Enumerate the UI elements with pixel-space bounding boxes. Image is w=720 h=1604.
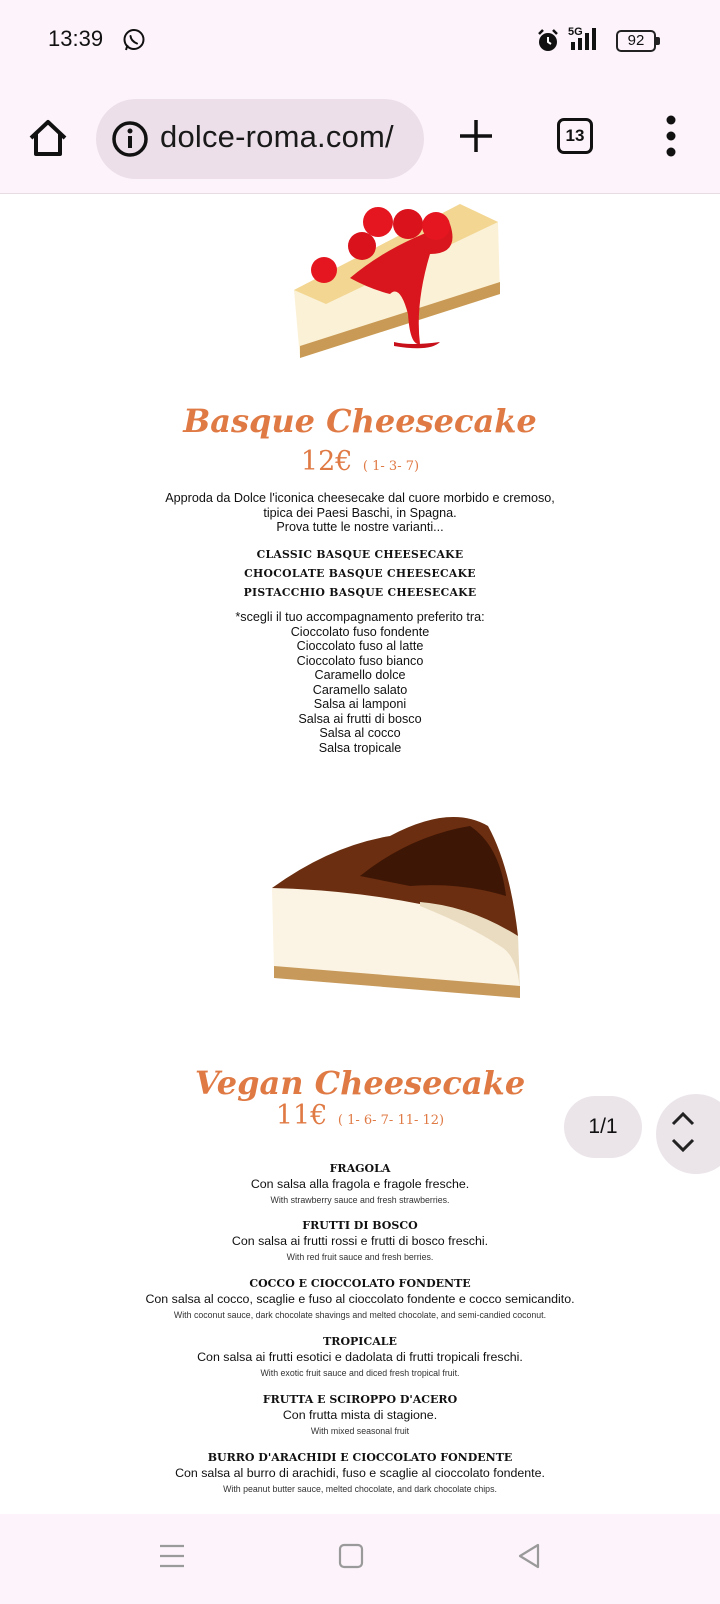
flavor-description-it: Con salsa ai frutti esotici e dadolata d… — [197, 1350, 523, 1364]
square-icon[interactable] — [338, 1542, 364, 1570]
basque-title: Basque Cheesecake — [183, 402, 537, 440]
flavor-name: Frutti di bosco — [302, 1219, 418, 1232]
flavor-description-en: With coconut sauce, dark chocolate shavi… — [173, 1310, 547, 1320]
basque-variant: Pistacchio Basque Cheesecake — [243, 586, 477, 599]
topping-item: Cioccolato fuso bianco — [296, 653, 424, 668]
vegan-allergens: ( 1- 6- 7- 11- 12) — [337, 1113, 445, 1128]
basque-variant: Classic Basque Cheesecake — [256, 548, 464, 561]
chevron-down-icon[interactable] — [670, 1136, 696, 1154]
browser-toolbar: dolce-roma.com/ 13 — [0, 80, 720, 194]
basque-price: 12€ — [300, 446, 353, 477]
battery-cap — [656, 37, 660, 45]
flavor-description-en: With mixed seasonal fruit — [310, 1426, 410, 1436]
home-icon[interactable] — [26, 116, 70, 160]
url-text[interactable]: dolce-roma.com/ — [160, 119, 394, 155]
toppings-list: *scegli il tuo accompagnamento preferito… — [0, 610, 720, 755]
plus-icon[interactable] — [456, 116, 496, 156]
flavor-description-it: Con salsa ai frutti rossi e frutti di bo… — [231, 1234, 489, 1248]
flavor-description-it: Con frutta mista di stagione. — [282, 1408, 438, 1422]
network-type: 5G — [568, 26, 583, 38]
flavor-description-en: With exotic fruit sauce and diced fresh … — [260, 1368, 460, 1378]
topping-item: Cioccolato fuso al latte — [296, 639, 424, 653]
system-nav-bar — [0, 1514, 720, 1604]
battery-indicator: 92 — [616, 30, 660, 52]
topping-item: Caramello dolce — [314, 668, 406, 682]
flavor-description-it: Con salsa al cocco, scaglie e fuso al ci… — [145, 1292, 575, 1306]
flavor-description-en: With red fruit sauce and fresh berries. — [286, 1252, 434, 1262]
flavor-name: Tropicale — [323, 1335, 397, 1348]
back-triangle-icon[interactable] — [516, 1542, 542, 1570]
basque-description-line: Approda da Dolce l'iconica cheesecake da… — [165, 491, 555, 505]
flavor-description-en: With strawberry sauce and fresh strawber… — [270, 1195, 450, 1205]
chevron-up-icon[interactable] — [670, 1110, 696, 1128]
flavor-description-en: With peanut butter sauce, melted chocola… — [223, 1484, 497, 1494]
basque-variant: Chocolate Basque Cheesecake — [244, 567, 476, 580]
web-page: Basque Cheesecake 12€ ( 1- 3- 7) Approda… — [0, 194, 720, 1514]
basque-allergens: ( 1- 3- 7) — [362, 459, 420, 474]
signal-icon: 5G — [568, 26, 596, 50]
flavor-name: Frutta e sciroppo d'acero — [262, 1393, 458, 1406]
topping-item: Cioccolato fuso fondente — [290, 624, 430, 639]
address-bar[interactable]: dolce-roma.com/ — [96, 99, 424, 179]
topping-item: Salsa ai frutti di bosco — [298, 711, 422, 726]
flavor-description-it: Con salsa al burro di arachidi, fuso e s… — [175, 1466, 545, 1480]
topping-item: Salsa tropicale — [318, 740, 402, 755]
flavor-name: Fragola — [329, 1162, 391, 1175]
flavor-name: Burro d'arachidi e cioccolato fondente — [207, 1451, 513, 1464]
tabs-button[interactable]: 13 — [557, 118, 593, 154]
flavor-name: Cocco e cioccolato fondente — [249, 1277, 471, 1290]
toppings-intro: *scegli il tuo accompagnamento preferito… — [235, 610, 485, 624]
status-bar: 13:39 5G 92 — [0, 0, 720, 80]
more-vert-icon[interactable] — [664, 112, 678, 160]
info-icon[interactable] — [110, 119, 150, 159]
topping-item: Salsa al cocco — [319, 726, 401, 740]
alarm-icon — [538, 29, 558, 51]
battery-level: 92 — [616, 30, 656, 52]
basque-description: Approda da Dolce l'iconica cheesecake da… — [0, 491, 720, 535]
whatsapp-icon — [123, 29, 145, 51]
topping-item: Salsa ai lamponi — [313, 697, 407, 711]
basque-description-line: Prova tutte le nostre varianti... — [276, 520, 444, 534]
basque-price-line: 12€ ( 1- 3- 7) — [0, 446, 720, 477]
topping-item: Caramello salato — [312, 682, 408, 697]
vegan-price: 11€ — [275, 1100, 328, 1131]
basque-cheesecake-image — [272, 817, 520, 998]
flavor-description-it: Con salsa alla fragola e fragole fresche… — [250, 1177, 470, 1191]
menu-lines-icon[interactable] — [158, 1542, 186, 1570]
find-counter: 1/1 — [564, 1096, 642, 1158]
basque-description-line: tipica dei Paesi Baschi, in Spagna. — [263, 505, 457, 520]
cherry-cheesecake-image — [294, 204, 500, 358]
status-time: 13:39 — [48, 26, 104, 51]
